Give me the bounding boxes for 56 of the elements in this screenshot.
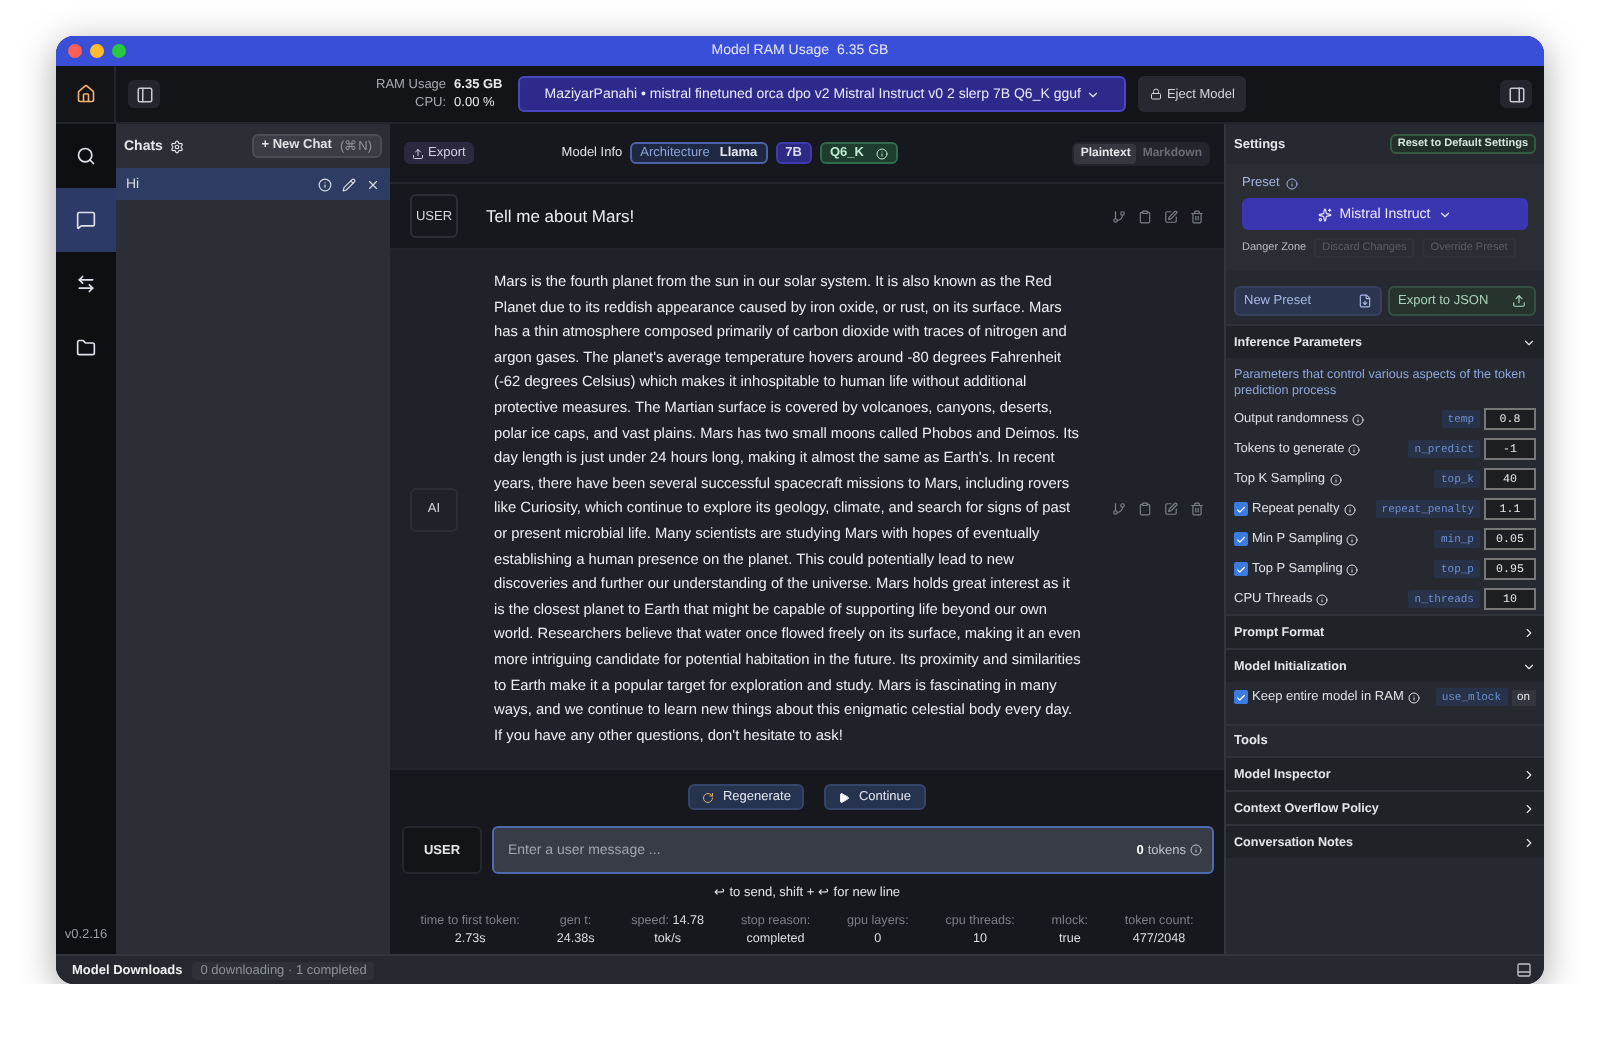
panel-icon [1516, 962, 1532, 978]
chevron-down-icon [1438, 207, 1453, 221]
arrows-icon [76, 274, 96, 294]
chevron-right-icon [1522, 801, 1536, 815]
info-icon [1329, 473, 1342, 485]
nav-button[interactable] [56, 188, 116, 252]
branch-icon[interactable] [1112, 209, 1126, 223]
info-icon[interactable] [318, 177, 332, 191]
chevron-down-icon [1522, 659, 1536, 673]
copy-icon[interactable] [1138, 209, 1152, 223]
sidebar-toggle-button[interactable] [128, 80, 160, 108]
checkbox[interactable] [1234, 562, 1248, 576]
lock-icon [1150, 88, 1163, 100]
search-icon [76, 146, 96, 166]
sparkles-icon [1317, 207, 1332, 221]
info-icon [1316, 593, 1329, 605]
chevron-right-icon [1522, 625, 1536, 639]
play-icon [838, 791, 851, 804]
chat-bubble-icon [76, 210, 96, 230]
info-icon [1343, 503, 1356, 515]
home-icon [75, 84, 95, 104]
trash-icon[interactable] [1190, 502, 1204, 517]
info-icon [1190, 844, 1202, 857]
upload-icon [1512, 294, 1526, 308]
minimize-icon[interactable] [90, 44, 104, 58]
edit-icon[interactable] [1164, 502, 1178, 517]
info-icon [1407, 691, 1420, 703]
sidebar-icon [1507, 85, 1525, 103]
info-icon [1285, 177, 1298, 189]
panel-toggle-button[interactable] [1500, 80, 1532, 108]
message-text: Tell me about Mars! [486, 204, 637, 230]
info-icon [1348, 443, 1361, 455]
trash-icon[interactable] [1190, 209, 1204, 223]
folder-icon [76, 338, 96, 358]
info-icon [1346, 533, 1359, 545]
checkbox[interactable] [1234, 502, 1248, 516]
info-icon [875, 147, 888, 159]
settings-icon[interactable] [170, 139, 185, 153]
chevron-right-icon [1522, 767, 1536, 781]
chevron-down-icon [1522, 335, 1536, 349]
chevron-down-icon [1086, 87, 1101, 101]
close-icon[interactable] [366, 177, 380, 191]
branch-icon[interactable] [1112, 502, 1126, 517]
edit-icon[interactable] [1164, 209, 1178, 223]
zoom-icon[interactable] [112, 44, 126, 58]
copy-icon[interactable] [1138, 502, 1152, 517]
info-icon [1352, 413, 1365, 425]
file-icon [1358, 294, 1372, 308]
sidebar-icon [135, 85, 153, 103]
upload-icon [412, 147, 424, 159]
checkbox[interactable] [1234, 532, 1248, 546]
refresh-icon [702, 791, 715, 804]
chevron-right-icon [1522, 835, 1536, 849]
panel-button[interactable] [1516, 962, 1532, 978]
info-icon [1346, 563, 1359, 575]
checkbox[interactable] [1234, 690, 1248, 704]
